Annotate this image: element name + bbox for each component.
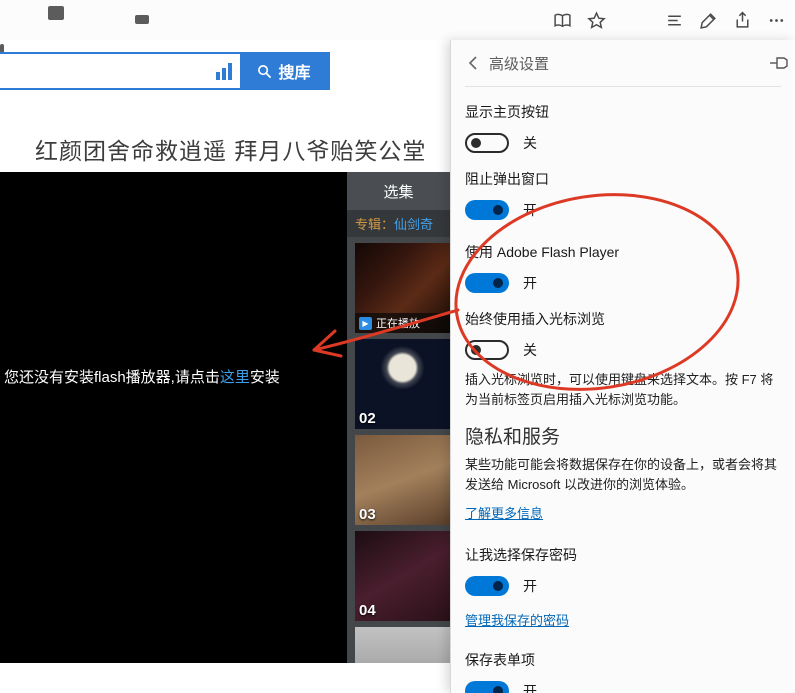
episode-playlist: 选集 专辑： 仙剑奇 ▶ 正在播放 02 03 04 <box>347 172 450 663</box>
site-search-bar: 搜库 <box>0 52 330 90</box>
share-icon[interactable] <box>725 3 759 37</box>
browser-window: 搜库 红颜团舍命救逍遥 拜月八爷贻笑公堂 您还没有安装flash播放器,请点击这… <box>0 0 795 693</box>
toggle-knob <box>493 686 503 693</box>
toggle-row-show-home: 关 <box>465 133 781 153</box>
block-popups-toggle[interactable] <box>465 200 509 220</box>
toggle-state-label: 开 <box>523 202 537 218</box>
album-label: 专辑： <box>355 217 395 232</box>
episode-thumb-playing[interactable]: ▶ 正在播放 <box>355 243 450 333</box>
now-playing-bar: ▶ 正在播放 <box>355 313 450 333</box>
play-icon: ▶ <box>359 316 372 330</box>
page-fragment <box>48 6 64 20</box>
video-player: 您还没有安装flash播放器,请点击这里安装 <box>0 172 347 663</box>
toggle-row-save-form: 开 <box>465 681 781 693</box>
more-actions-icon[interactable] <box>759 3 793 37</box>
toggle-row-save-passwords: 开 <box>465 576 781 596</box>
tab-episode-select[interactable]: 选集 <box>347 172 450 210</box>
learn-more-link[interactable]: 了解更多信息 <box>465 503 543 522</box>
toggle-row-adobe-flash: 开 <box>465 273 781 293</box>
settings-header: 高级设置 <box>465 40 788 87</box>
reading-view-icon[interactable] <box>545 3 579 37</box>
setting-label-block-popups: 阻止弹出窗口 <box>465 171 549 187</box>
episode-number: 02 <box>359 410 376 427</box>
episode-thumb-02[interactable]: 02 <box>355 339 450 429</box>
adobe-flash-toggle[interactable] <box>465 273 509 293</box>
setting-label-save-form-entries: 保存表单项 <box>465 652 535 668</box>
back-chevron-icon[interactable] <box>467 55 479 71</box>
toggle-state-label: 关 <box>523 135 537 151</box>
flash-missing-message: 您还没有安装flash播放器,请点击这里安装 <box>4 366 280 387</box>
setting-label-adobe-flash: 使用 Adobe Flash Player <box>465 244 620 260</box>
flash-msg-after: 安装 <box>249 369 280 386</box>
toggle-knob <box>471 138 481 148</box>
video-page-title: 红颜团舍命救逍遥 拜月八爷贻笑公堂 <box>35 138 427 164</box>
search-button-label: 搜库 <box>278 65 311 82</box>
show-home-toggle[interactable] <box>465 133 509 153</box>
manage-passwords-link[interactable]: 管理我保存的密码 <box>465 610 569 629</box>
browser-toolbar <box>0 0 795 40</box>
episode-thumb-03[interactable]: 03 <box>355 435 450 525</box>
favorites-star-icon[interactable] <box>579 3 613 37</box>
caret-browsing-toggle[interactable] <box>465 340 509 360</box>
advanced-settings-panel: 高级设置 显示主页按钮 关 阻止弹出窗口 开 使用 Adobe Flash Pl… <box>450 40 795 693</box>
save-passwords-toggle[interactable] <box>465 576 509 596</box>
album-link[interactable]: 仙剑奇 <box>394 214 433 233</box>
toggle-state-label: 开 <box>523 578 537 594</box>
settings-panel-title: 高级设置 <box>489 55 550 73</box>
hub-icon[interactable] <box>657 3 691 37</box>
flash-install-link[interactable]: 这里 <box>220 369 250 386</box>
episode-thumb-05[interactable] <box>355 627 450 663</box>
magnifier-icon <box>258 64 272 78</box>
toggle-knob <box>493 278 503 288</box>
toggle-row-caret-browsing: 关 <box>465 340 781 360</box>
save-form-toggle[interactable] <box>465 681 509 693</box>
chart-bars-icon[interactable] <box>216 62 232 80</box>
toggle-knob <box>471 345 481 355</box>
privacy-description: 某些功能可能会将数据保存在你的设备上，或者会将其发送给 Microsoft 以改… <box>465 457 778 492</box>
toggle-state-label: 关 <box>523 342 537 358</box>
now-playing-label: 正在播放 <box>376 318 420 330</box>
episode-thumb-04[interactable]: 04 <box>355 531 450 621</box>
toggle-knob <box>493 205 503 215</box>
flash-msg-before: 您还没有安装flash播放器,请点击 <box>4 369 220 386</box>
setting-label-caret-browsing: 始终使用插入光标浏览 <box>465 311 605 327</box>
setting-label-show-home-button: 显示主页按钮 <box>465 104 549 120</box>
toggle-knob <box>493 581 503 591</box>
setting-label-save-passwords: 让我选择保存密码 <box>465 547 577 563</box>
episode-number: 03 <box>359 506 376 523</box>
caret-browsing-note: 插入光标浏览时，可以使用键盘来选择文本。按 F7 将为当前标签页启用插入光标浏览… <box>465 372 774 407</box>
toggle-state-label: 开 <box>523 683 537 693</box>
episode-number: 04 <box>359 602 376 619</box>
privacy-section-heading: 隐私和服务 <box>465 427 561 448</box>
toggle-row-block-popups: 开 <box>465 200 781 220</box>
page-fragment <box>135 15 149 24</box>
toggle-state-label: 开 <box>523 275 537 291</box>
album-row: 专辑： 仙剑奇 <box>347 210 450 237</box>
pin-panel-icon[interactable] <box>769 55 791 76</box>
search-button[interactable]: 搜库 <box>240 54 328 88</box>
web-note-pen-icon[interactable] <box>691 3 725 37</box>
search-input[interactable] <box>0 54 216 88</box>
